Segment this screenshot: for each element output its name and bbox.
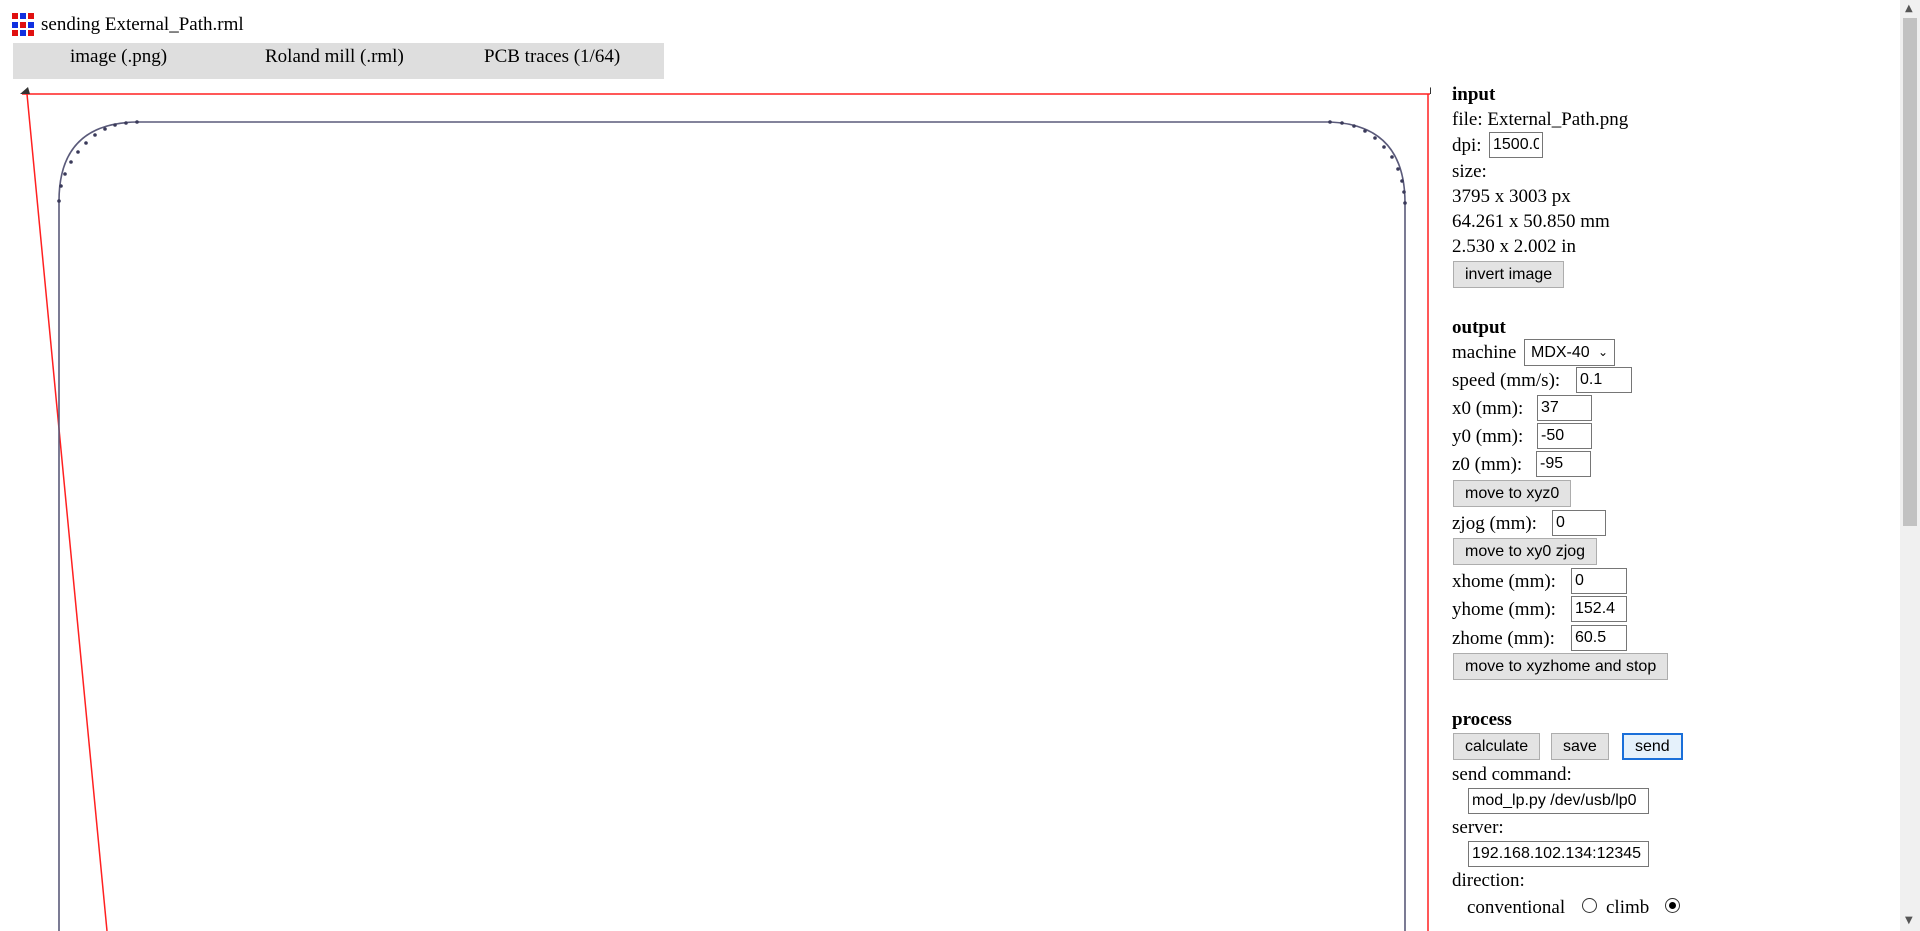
toolpath-svg [20,87,1431,931]
z0-label: z0 (mm): [1452,454,1523,475]
x0-label: x0 (mm): [1452,398,1524,419]
module-roland-mill-rml[interactable]: Roland mill (.rml) [265,43,404,71]
dpi-label: dpi: [1452,135,1482,156]
size-px: 3795 x 3003 px [1452,186,1571,207]
arc-nodes-right [1328,120,1407,205]
calculate-button[interactable]: calculate [1453,733,1541,760]
scroll-down-icon[interactable]: ▼ [1905,915,1913,926]
window-title: sending External_Path.rml [41,14,244,35]
start-arrow-icon [20,87,30,94]
input-heading: input [1452,84,1496,105]
module-pcb-traces[interactable]: PCB traces (1/64) [484,43,620,71]
zjog-label: zjog (mm): [1452,513,1537,534]
climb-radio[interactable] [1665,898,1680,913]
yhome-label: yhome (mm): [1452,599,1556,620]
move-to-xyzhome-button[interactable]: move to xyzhome and stop [1453,653,1669,680]
move-to-xy0-zjog-button[interactable]: move to xy0 zjog [1453,538,1598,565]
send-button[interactable]: send [1622,733,1683,760]
climb-label: climb [1606,897,1650,918]
y0-input[interactable] [1537,423,1592,449]
machine-label: machine [1452,342,1517,363]
zhome-label: zhome (mm): [1452,628,1555,649]
invert-image-button[interactable]: invert image [1453,261,1565,288]
machine-select[interactable]: MDX-40 ⌄ [1524,339,1615,366]
module-image-png[interactable]: image (.png) [70,43,167,71]
zjog-input[interactable] [1552,510,1606,536]
y0-label: y0 (mm): [1452,426,1524,447]
save-button[interactable]: save [1551,733,1609,760]
server-input[interactable] [1468,841,1649,867]
zhome-input[interactable] [1571,625,1627,651]
chevron-down-icon: ⌄ [1597,345,1608,359]
dpi-input[interactable] [1489,132,1543,158]
send-command-label: send command: [1452,764,1572,785]
toolpath-canvas[interactable] [12,78,1431,931]
x0-input[interactable] [1537,395,1592,421]
server-label: server: [1452,817,1504,838]
yhome-input[interactable] [1571,596,1627,622]
control-panel: input file: External_Path.png dpi: size:… [1452,0,1892,931]
arc-nodes-left [57,120,139,203]
end-arrow-icon [1430,87,1431,94]
speed-input[interactable] [1576,367,1632,393]
z0-input[interactable] [1536,451,1591,477]
size-in: 2.530 x 2.002 in [1452,236,1577,257]
move-to-xyz0-button[interactable]: move to xyz0 [1453,480,1572,507]
send-command-input[interactable] [1468,788,1649,814]
scroll-up-icon[interactable]: ▲ [1905,3,1913,14]
travel-move-diagonal [26,93,108,931]
output-heading: output [1452,317,1506,338]
speed-label: speed (mm/s): [1452,370,1561,391]
size-mm: 64.261 x 50.850 mm [1452,211,1610,232]
xhome-input[interactable] [1571,568,1627,594]
app-logo-icon [12,13,36,37]
direction-label: direction: [1452,870,1525,891]
title-bar: sending External_Path.rml [12,12,244,38]
conventional-label: conventional [1467,897,1566,918]
process-heading: process [1452,709,1512,730]
xhome-label: xhome (mm): [1452,571,1556,592]
machine-select-value: MDX-40 [1531,344,1590,361]
scroll-thumb[interactable] [1903,18,1917,526]
size-label: size: [1452,161,1487,182]
conventional-radio[interactable] [1582,898,1597,913]
module-bar: image (.png) Roland mill (.rml) PCB trac… [13,43,664,79]
vertical-scrollbar[interactable]: ▲ ▼ [1900,0,1920,931]
outline-toolpath [58,121,1406,931]
input-file-name: file: External_Path.png [1452,109,1629,130]
